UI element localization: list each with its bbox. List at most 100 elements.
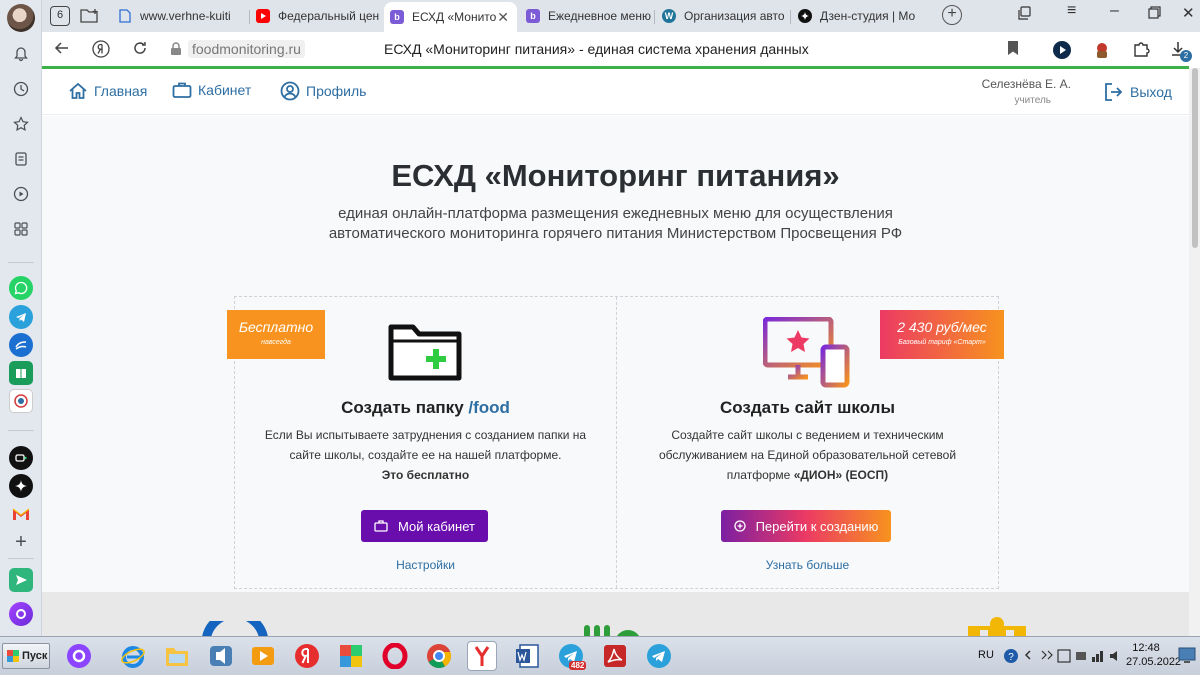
telegram-taskbar-icon[interactable]: 482: [556, 641, 587, 671]
browser-app-icon[interactable]: [9, 333, 33, 357]
new-tab-button[interactable]: +: [942, 5, 962, 25]
close-window-icon[interactable]: ✕: [1182, 4, 1195, 22]
go-create-button[interactable]: Перейти к созданию: [721, 510, 891, 542]
tab-zen-studio[interactable]: Дзен-студия | Мо: [792, 4, 927, 28]
telegram-unread-badge: 482: [569, 661, 587, 670]
logout-label: Выход: [1130, 84, 1172, 100]
chrome-icon[interactable]: [424, 641, 454, 671]
yandex-browser-taskbar-icon[interactable]: [467, 641, 497, 671]
alice-taskbar-icon[interactable]: [64, 641, 94, 671]
yandex-logo-icon[interactable]: [92, 40, 110, 62]
tab-title: Организация авто: [684, 9, 785, 23]
settings-link[interactable]: Настройки: [235, 558, 616, 572]
reload-icon[interactable]: [132, 40, 148, 61]
page-scrollbar[interactable]: [1189, 68, 1200, 636]
tab-title: www.verhne-kuiti: [140, 9, 231, 23]
tray-icons[interactable]: [1040, 648, 1122, 667]
back-icon[interactable]: [54, 40, 70, 61]
learn-more-link[interactable]: Узнать больше: [617, 558, 998, 572]
tray-chevron-icon[interactable]: [1024, 650, 1032, 663]
scrollbar-thumb[interactable]: [1192, 68, 1198, 248]
downloads-icon[interactable]: 2: [1170, 40, 1192, 62]
my-cabinet-button[interactable]: Мой кабинет: [361, 510, 488, 542]
site-header: Главная Кабинет Профиль Селезнёва Е. А. …: [42, 69, 1189, 115]
alice-assistant-icon[interactable]: [9, 602, 33, 626]
nav-cabinet[interactable]: Кабинет: [172, 81, 251, 99]
video-extension-icon[interactable]: [1052, 40, 1072, 60]
nav-profile[interactable]: Профиль: [280, 81, 366, 101]
show-desktop-icon[interactable]: [1178, 645, 1196, 668]
web-page: Главная Кабинет Профиль Селезнёва Е. А. …: [42, 69, 1189, 636]
page-icon: [118, 9, 132, 23]
start-label: Пуск: [22, 650, 48, 662]
send-app-icon[interactable]: [9, 568, 33, 592]
card-left-title-accent: /food: [468, 398, 510, 417]
apps-grid-icon[interactable]: [11, 219, 31, 239]
clock-time: 12:48: [1132, 642, 1160, 654]
video-player-icon[interactable]: [248, 641, 278, 671]
restore-icon[interactable]: [1148, 6, 1161, 22]
tab-verhne-kuiti[interactable]: www.verhne-kuiti: [112, 4, 247, 28]
pdf-reader-icon[interactable]: [600, 641, 630, 671]
puzzle-game-icon[interactable]: [336, 641, 366, 671]
yandex-taskbar-icon[interactable]: [292, 641, 322, 671]
tab-counter-icon[interactable]: 6: [50, 6, 70, 26]
close-tab-icon[interactable]: ✕: [497, 9, 509, 26]
internet-explorer-icon[interactable]: [118, 641, 148, 671]
gmail-icon[interactable]: [9, 502, 33, 526]
zen-sidebar-icon[interactable]: [9, 474, 33, 498]
menu-icon[interactable]: ≡: [1067, 2, 1076, 20]
taskbar: Пуск 482 RU ? 12:48 27.05.2022: [0, 636, 1200, 675]
word-icon[interactable]: [512, 641, 542, 671]
opera-icon[interactable]: [380, 641, 410, 671]
tab-organization[interactable]: W Организация авто: [656, 4, 788, 28]
school-website-icon: [762, 316, 851, 394]
features-band: [42, 592, 1189, 636]
user-icon: [280, 81, 300, 101]
star-icon[interactable]: [11, 114, 31, 134]
video-icon[interactable]: [11, 184, 31, 204]
telegram-sidebar-icon[interactable]: [9, 305, 33, 329]
price-badge: 2 430 руб/мес Базовый тариф «Старт»: [880, 310, 1004, 359]
user-name: Селезнёва Е. А.: [981, 77, 1071, 91]
tab-daily-menu[interactable]: b Ежедневное меню: [520, 4, 652, 28]
add-panel-icon[interactable]: +: [11, 531, 31, 553]
extensions-puzzle-icon[interactable]: [1132, 40, 1152, 60]
extension-character-icon[interactable]: [1092, 40, 1112, 60]
start-button[interactable]: Пуск: [2, 643, 50, 669]
history-icon[interactable]: [11, 79, 31, 99]
file-explorer-icon[interactable]: [162, 641, 192, 671]
hero-section: ЕСХД «Мониторинг питания» единая онлайн-…: [42, 116, 1189, 636]
card-left-text-bold: Это бесплатно: [381, 468, 470, 482]
profile-avatar[interactable]: [7, 4, 35, 32]
add-folder-icon: [388, 323, 462, 386]
card-right-text-line: платформе «ДИОН» (ЕОСП): [617, 465, 998, 485]
lock-icon[interactable]: [170, 42, 182, 56]
bookmark-icon[interactable]: [1006, 40, 1026, 60]
logout-button[interactable]: Выход: [1104, 82, 1172, 102]
language-indicator[interactable]: RU: [978, 649, 994, 661]
tab-title: Федеральный цен: [278, 9, 380, 23]
clock[interactable]: 12:48 27.05.2022: [1126, 642, 1181, 668]
media-player-icon[interactable]: [206, 641, 236, 671]
new-folder-icon[interactable]: [80, 8, 100, 29]
nav-home[interactable]: Главная: [68, 81, 147, 101]
tabs-menu-icon[interactable]: [1018, 6, 1032, 23]
telegram-second-icon[interactable]: [644, 641, 674, 671]
card-left-title-main: Создать папку: [341, 398, 464, 417]
sidebar-divider: [8, 558, 34, 559]
tab-eskhd-monitoring[interactable]: b ЕСХД «Монитор ✕: [384, 2, 517, 32]
help-icon[interactable]: ?: [1003, 648, 1019, 667]
minimize-icon[interactable]: –: [1110, 2, 1119, 20]
youtube-icon: [256, 9, 270, 23]
whatsapp-icon[interactable]: [9, 276, 33, 300]
my-cabinet-label: Мой кабинет: [398, 518, 475, 534]
feature-icon-yellow: [964, 616, 1030, 636]
bell-icon[interactable]: [11, 44, 31, 64]
gosuslugi-app-icon[interactable]: [9, 389, 33, 413]
collections-icon[interactable]: [11, 149, 31, 169]
book-app-icon[interactable]: [9, 361, 33, 385]
camera-app-icon[interactable]: [9, 446, 33, 470]
url-field[interactable]: foodmonitoring.ru: [188, 40, 305, 58]
tab-federal-center[interactable]: Федеральный цен: [250, 4, 382, 28]
